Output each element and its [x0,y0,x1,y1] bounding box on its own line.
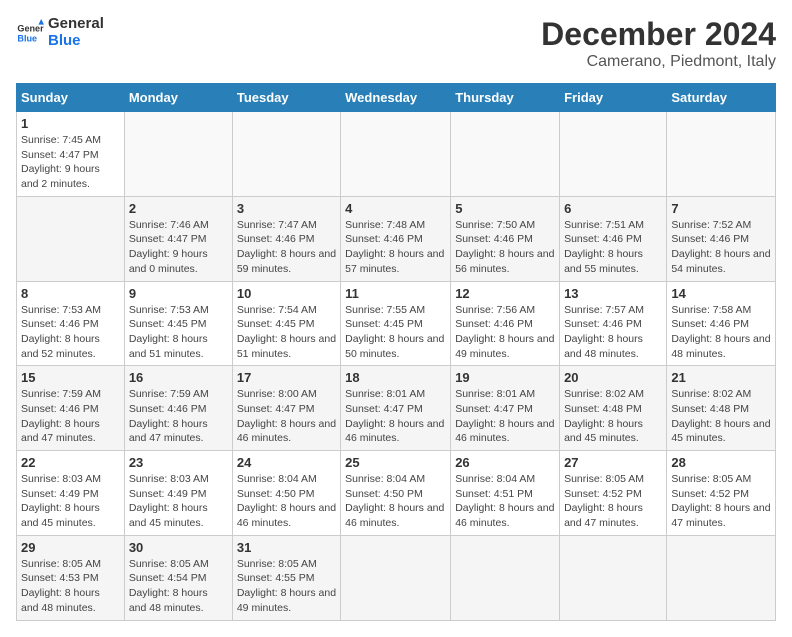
day-cell: 19Sunrise: 8:01 AMSunset: 4:47 PMDayligh… [451,366,560,451]
empty-cell [341,112,451,197]
empty-cell [451,112,560,197]
day-cell: 16Sunrise: 7:59 AMSunset: 4:46 PMDayligh… [124,366,232,451]
location-title: Camerano, Piedmont, Italy [541,53,776,71]
calendar-week-4: 22Sunrise: 8:03 AMSunset: 4:49 PMDayligh… [17,451,776,536]
day-cell: 7Sunrise: 7:52 AMSunset: 4:46 PMDaylight… [667,196,776,281]
day-header-saturday: Saturday [667,84,776,112]
month-title: December 2024 [541,16,776,53]
header: General Blue General Blue December 2024 … [16,16,776,71]
day-cell: 23Sunrise: 8:03 AMSunset: 4:49 PMDayligh… [124,451,232,536]
day-cell: 9Sunrise: 7:53 AMSunset: 4:45 PMDaylight… [124,281,232,366]
day-cell: 4Sunrise: 7:48 AMSunset: 4:46 PMDaylight… [341,196,451,281]
empty-cell [232,112,340,197]
calendar-week-5: 29Sunrise: 8:05 AMSunset: 4:53 PMDayligh… [17,535,776,620]
calendar-week-3: 15Sunrise: 7:59 AMSunset: 4:46 PMDayligh… [17,366,776,451]
day-cell: 27Sunrise: 8:05 AMSunset: 4:52 PMDayligh… [560,451,667,536]
day-cell [560,535,667,620]
day-cell: 15Sunrise: 7:59 AMSunset: 4:46 PMDayligh… [17,366,125,451]
day-cell: 13Sunrise: 7:57 AMSunset: 4:46 PMDayligh… [560,281,667,366]
logo-blue: Blue [48,33,104,50]
day-cell [341,535,451,620]
day-cell: 1Sunrise: 7:45 AMSunset: 4:47 PMDaylight… [17,112,125,197]
logo-icon: General Blue [16,19,44,47]
header-row: SundayMondayTuesdayWednesdayThursdayFrid… [17,84,776,112]
calendar-week-2: 8Sunrise: 7:53 AMSunset: 4:46 PMDaylight… [17,281,776,366]
day-header-monday: Monday [124,84,232,112]
day-cell: 18Sunrise: 8:01 AMSunset: 4:47 PMDayligh… [341,366,451,451]
title-area: December 2024 Camerano, Piedmont, Italy [541,16,776,71]
calendar-table: SundayMondayTuesdayWednesdayThursdayFrid… [16,83,776,621]
day-cell: 10Sunrise: 7:54 AMSunset: 4:45 PMDayligh… [232,281,340,366]
day-cell: 21Sunrise: 8:02 AMSunset: 4:48 PMDayligh… [667,366,776,451]
day-cell: 20Sunrise: 8:02 AMSunset: 4:48 PMDayligh… [560,366,667,451]
day-cell: 6Sunrise: 7:51 AMSunset: 4:46 PMDaylight… [560,196,667,281]
day-cell: 29Sunrise: 8:05 AMSunset: 4:53 PMDayligh… [17,535,125,620]
empty-cell [560,112,667,197]
day-cell: 5Sunrise: 7:50 AMSunset: 4:46 PMDaylight… [451,196,560,281]
empty-cell [124,112,232,197]
day-header-wednesday: Wednesday [341,84,451,112]
day-header-tuesday: Tuesday [232,84,340,112]
day-cell: 24Sunrise: 8:04 AMSunset: 4:50 PMDayligh… [232,451,340,536]
logo-general: General [48,16,104,33]
day-header-friday: Friday [560,84,667,112]
calendar-week-1: 2Sunrise: 7:46 AMSunset: 4:47 PMDaylight… [17,196,776,281]
day-cell: 31Sunrise: 8:05 AMSunset: 4:55 PMDayligh… [232,535,340,620]
day-cell: 8Sunrise: 7:53 AMSunset: 4:46 PMDaylight… [17,281,125,366]
day-cell [451,535,560,620]
day-cell: 2Sunrise: 7:46 AMSunset: 4:47 PMDaylight… [124,196,232,281]
day-cell: 28Sunrise: 8:05 AMSunset: 4:52 PMDayligh… [667,451,776,536]
day-cell: 12Sunrise: 7:56 AMSunset: 4:46 PMDayligh… [451,281,560,366]
svg-text:General: General [17,23,44,33]
day-header-sunday: Sunday [17,84,125,112]
day-cell [17,196,125,281]
calendar-week-0: 1Sunrise: 7:45 AMSunset: 4:47 PMDaylight… [17,112,776,197]
svg-text:Blue: Blue [17,33,37,43]
day-cell: 22Sunrise: 8:03 AMSunset: 4:49 PMDayligh… [17,451,125,536]
day-cell: 11Sunrise: 7:55 AMSunset: 4:45 PMDayligh… [341,281,451,366]
day-cell: 3Sunrise: 7:47 AMSunset: 4:46 PMDaylight… [232,196,340,281]
day-cell: 25Sunrise: 8:04 AMSunset: 4:50 PMDayligh… [341,451,451,536]
empty-cell [667,112,776,197]
day-cell: 30Sunrise: 8:05 AMSunset: 4:54 PMDayligh… [124,535,232,620]
day-cell: 17Sunrise: 8:00 AMSunset: 4:47 PMDayligh… [232,366,340,451]
logo: General Blue General Blue [16,16,104,49]
day-header-thursday: Thursday [451,84,560,112]
day-cell: 14Sunrise: 7:58 AMSunset: 4:46 PMDayligh… [667,281,776,366]
day-cell [667,535,776,620]
day-cell: 26Sunrise: 8:04 AMSunset: 4:51 PMDayligh… [451,451,560,536]
